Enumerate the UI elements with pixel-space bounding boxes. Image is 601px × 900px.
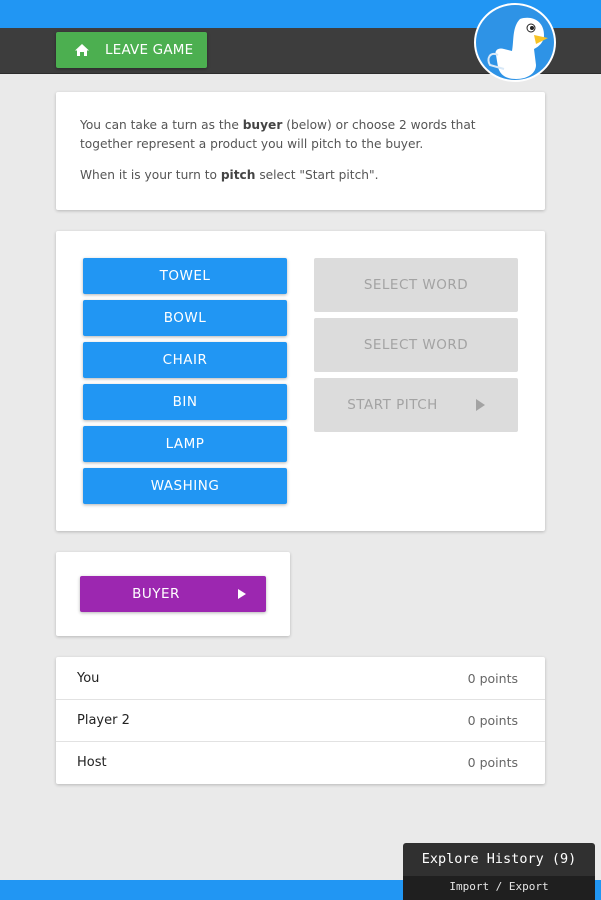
word-button-washing[interactable]: WASHING xyxy=(83,468,287,504)
buyer-label: BUYER xyxy=(132,586,180,602)
instructions-card: You can take a turn as the buyer (below)… xyxy=(56,92,545,210)
player-points: 0 points xyxy=(467,755,518,770)
explore-history-title[interactable]: Explore History (9) xyxy=(403,843,595,876)
word-button-bin[interactable]: BIN xyxy=(83,384,287,420)
player-points: 0 points xyxy=(467,713,518,728)
word-button-chair[interactable]: CHAIR xyxy=(83,342,287,378)
play-arrow-icon xyxy=(475,399,485,411)
home-icon xyxy=(74,42,90,58)
player-name: Player 2 xyxy=(77,713,130,728)
instructions-paragraph-1: You can take a turn as the buyer (below)… xyxy=(80,118,476,151)
score-row: You 0 points xyxy=(56,657,545,699)
start-pitch-label: START PITCH xyxy=(347,397,438,413)
word-button-lamp[interactable]: LAMP xyxy=(83,426,287,462)
player-name: You xyxy=(77,670,100,686)
leave-game-button[interactable]: LEAVE GAME xyxy=(56,32,207,68)
play-arrow-icon xyxy=(238,589,246,599)
instructions-paragraph-2: When it is your turn to pitch select "St… xyxy=(80,168,379,182)
scoreboard-card: You 0 points Player 2 0 points Host 0 po… xyxy=(56,657,545,784)
player-name: Host xyxy=(77,755,107,770)
buyer-card: BUYER xyxy=(56,552,290,636)
start-pitch-button[interactable]: START PITCH xyxy=(314,378,518,432)
import-export-link[interactable]: Import / Export xyxy=(403,876,595,900)
select-word-slot-1[interactable]: SELECT WORD xyxy=(314,258,518,312)
score-row: Host 0 points xyxy=(56,741,545,783)
word-button-towel[interactable]: TOWEL xyxy=(83,258,287,294)
player-points: 0 points xyxy=(467,670,518,686)
leave-game-label: LEAVE GAME xyxy=(105,42,194,58)
word-selection-card: TOWEL BOWL CHAIR BIN LAMP WASHING SELECT… xyxy=(56,231,545,531)
duck-mascot-avatar xyxy=(474,3,556,82)
score-row: Player 2 0 points xyxy=(56,699,545,741)
explore-history-panel[interactable]: Explore History (9) Import / Export xyxy=(403,843,595,900)
select-word-slot-2[interactable]: SELECT WORD xyxy=(314,318,518,372)
buyer-button[interactable]: BUYER xyxy=(80,576,266,612)
word-button-bowl[interactable]: BOWL xyxy=(83,300,287,336)
